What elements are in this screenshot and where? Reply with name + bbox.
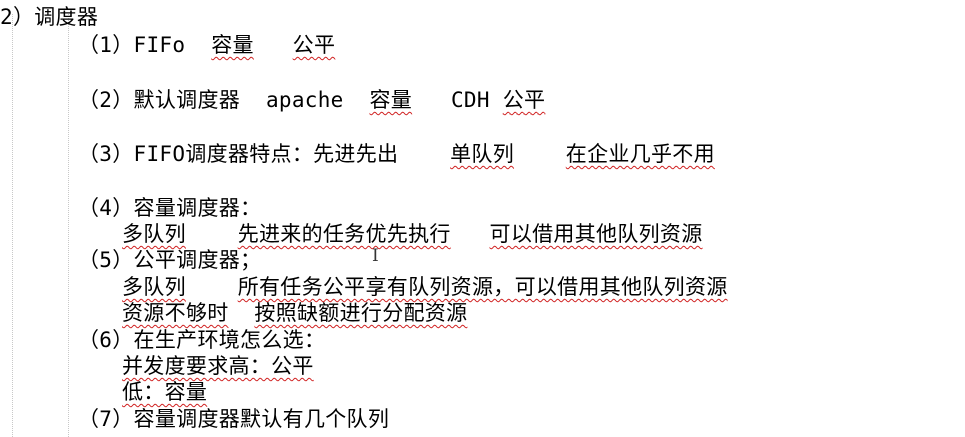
document-page[interactable]: { "heading": "2）调度器", "items": { "i1": {… xyxy=(0,0,965,437)
section-heading[interactable]: 2）调度器 xyxy=(0,4,98,30)
item-2[interactable]: （2）默认调度器 apache 容量 CDH 公平 xyxy=(78,87,545,113)
item-5[interactable]: （5）公平调度器； xyxy=(78,247,261,273)
item-2-apache: apache xyxy=(265,88,344,112)
item-4-borrow: 可以借用其他队列资源 xyxy=(489,222,703,246)
item-6-high-concurrency: 并发度要求高：公平 xyxy=(122,354,314,378)
item-3-rarely-used: 在企业几乎不用 xyxy=(565,142,715,166)
item-3-label: （3）FIFO调度器特点： xyxy=(78,142,314,166)
item-3[interactable]: （3）FIFO调度器特点：先进先出 单队列 在企业几乎不用 xyxy=(78,141,715,167)
item-5-multi-queue: 多队列 xyxy=(122,275,186,299)
item-5-allocate: 按照缺额进行分配资源 xyxy=(254,301,468,325)
item-2-fair: 公平 xyxy=(502,88,546,112)
item-7[interactable]: （7）容量调度器默认有几个队列 xyxy=(78,406,389,432)
item-2-capacity: 容量 xyxy=(369,88,413,112)
item-5-insufficient: 资源不够时 xyxy=(122,301,229,325)
indent-guide-outer xyxy=(12,14,13,437)
item-4[interactable]: （4）容量调度器： xyxy=(78,195,261,221)
item-1-fair: 公平 xyxy=(292,33,336,57)
item-6-low: 低：容量 xyxy=(122,380,208,404)
item-1-capacity: 容量 xyxy=(211,33,254,57)
item-2-label: （2）默认调度器 xyxy=(78,88,241,112)
item-5-detail-1[interactable]: 多队列 所有任务公平享有队列资源，可以借用其他队列资源 xyxy=(122,274,728,300)
item-2-cdh: CDH xyxy=(450,88,490,112)
item-6-detail-2[interactable]: 低：容量 xyxy=(122,379,207,405)
item-4-priority: 先进来的任务优先执行 xyxy=(237,222,451,246)
item-1-label: （1）FIFo xyxy=(78,33,186,57)
item-3-fifo: 先进先出 xyxy=(313,142,399,166)
item-6[interactable]: （6）在生产环境怎么选： xyxy=(78,327,325,353)
item-1[interactable]: （1）FIFo 容量 公平 xyxy=(78,32,335,58)
item-5-detail-2[interactable]: 资源不够时 按照缺额进行分配资源 xyxy=(122,300,467,326)
item-4-detail[interactable]: 多队列 先进来的任务优先执行 可以借用其他队列资源 xyxy=(122,221,703,247)
item-5-fair-share: 所有任务公平享有队列资源，可以借用其他队列资源 xyxy=(237,275,728,299)
item-4-multi-queue: 多队列 xyxy=(122,222,186,246)
text-cursor-icon: I xyxy=(372,246,379,266)
item-3-single-queue: 单队列 xyxy=(450,142,515,166)
indent-guide-inner xyxy=(68,14,69,437)
item-6-detail-1[interactable]: 并发度要求高：公平 xyxy=(122,353,314,379)
